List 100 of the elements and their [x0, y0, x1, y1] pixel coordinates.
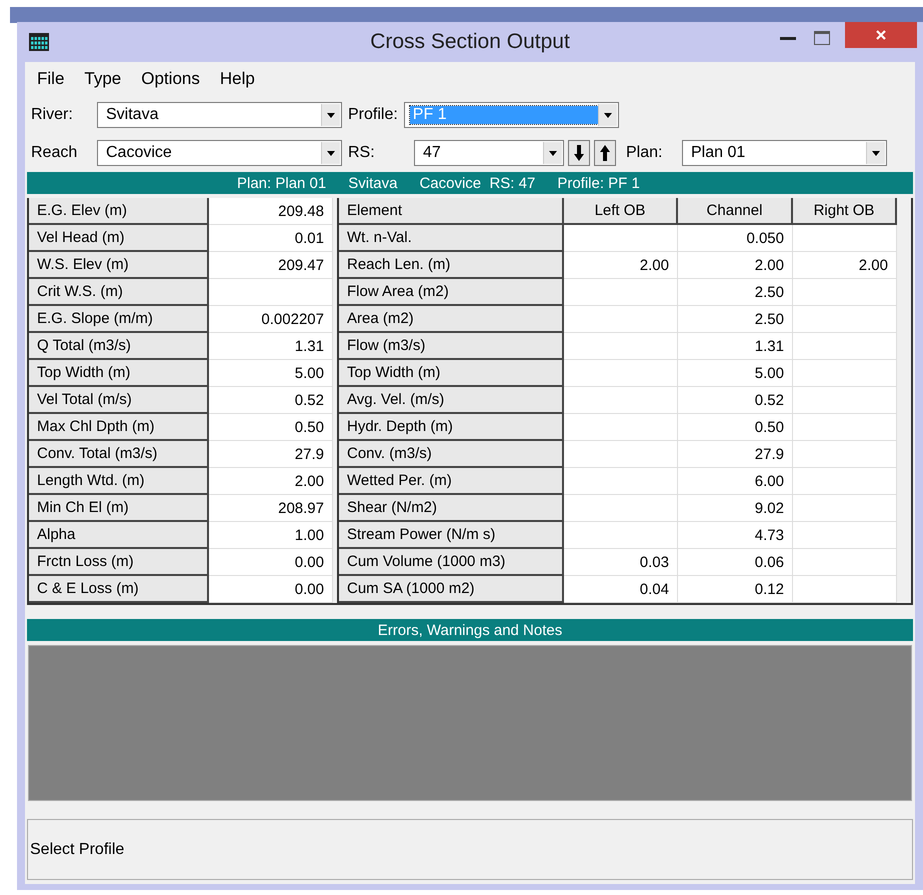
table-cell: 2.50 [678, 306, 793, 333]
table-cell: 9.02 [678, 495, 793, 522]
table-cell: 0.52 [209, 387, 333, 414]
profile-label: Profile: [348, 106, 398, 124]
up-arrow-icon [600, 145, 610, 161]
row-label: C & E Loss (m) [29, 576, 209, 603]
status-bar: Select Profile [27, 819, 913, 880]
row-label: Q Total (m3/s) [29, 333, 209, 360]
table-cell: 0.00 [209, 549, 333, 576]
rs-dropdown[interactable]: 47 [414, 140, 564, 166]
table-cell: 0.50 [678, 414, 793, 441]
table-cell: 0.06 [678, 549, 793, 576]
row-label: Crit W.S. (m) [29, 279, 209, 306]
caret-icon [549, 150, 557, 156]
row-label: Max Chl Dpth (m) [29, 414, 209, 441]
row-label: Vel Head (m) [29, 225, 209, 252]
plan-dropdown[interactable]: Plan 01 [682, 140, 887, 166]
header-text: Cacovice RS: 47 [419, 174, 536, 192]
row-label: Wt. n-Val. [339, 225, 564, 252]
caret-icon [327, 150, 335, 156]
caret-icon [872, 150, 880, 156]
row-label: E.G. Elev (m) [29, 198, 209, 225]
up-arrow-button[interactable] [594, 140, 616, 166]
row-label: Vel Total (m/s) [29, 387, 209, 414]
row-label: Alpha [29, 522, 209, 549]
table-cell: 2.00 [209, 468, 333, 495]
table-cell: 0.03 [564, 549, 678, 576]
row-label: Cum SA (1000 m2) [339, 576, 564, 603]
plan-label: Plan: [626, 144, 664, 162]
table-cell: 0.04 [564, 576, 678, 603]
dropdown-button[interactable] [598, 104, 617, 126]
row-label: Conv. Total (m3/s) [29, 441, 209, 468]
row-label: Length Wtd. (m) [29, 468, 209, 495]
table-cell: 6.00 [678, 468, 793, 495]
table-cell: 1.31 [209, 333, 333, 360]
dropdown-button[interactable] [321, 104, 340, 126]
table-cell: 0.002207 [209, 306, 333, 333]
menu-item[interactable]: Type [76, 69, 130, 89]
down-arrow-icon [574, 145, 584, 161]
table-cell: 2.50 [678, 279, 793, 306]
row-label: Hydr. Depth (m) [339, 414, 564, 441]
row-label: Area (m2) [339, 306, 564, 333]
dropdown-button[interactable] [543, 142, 562, 164]
table-cell: 5.00 [209, 360, 333, 387]
close-icon [876, 30, 886, 40]
table-cell: 0.50 [209, 414, 333, 441]
row-label: Stream Power (N/m s) [339, 522, 564, 549]
table-cell: 27.9 [209, 441, 333, 468]
table-cell: 2.00 [793, 252, 897, 279]
table-cell: 0.52 [678, 387, 793, 414]
row-label: Reach Len. (m) [339, 252, 564, 279]
caret-icon [604, 112, 612, 118]
row-label: Conv. (m3/s) [339, 441, 564, 468]
menu-item[interactable]: Help [212, 69, 263, 89]
rs-label: RS: [348, 144, 376, 162]
row-label: Cum Volume (1000 m3) [339, 549, 564, 576]
column-header: Left OB [564, 198, 678, 225]
window-title: Cross Section Output [369, 30, 571, 54]
row-label: Top Width (m) [339, 360, 564, 387]
dropdown-button[interactable] [321, 142, 340, 164]
caret-icon [327, 112, 335, 118]
table-cell: 0.050 [678, 225, 793, 252]
notes-header: Errors, Warnings and Notes [27, 619, 913, 641]
header-text: Svitava [348, 174, 398, 192]
row-label: W.S. Elev (m) [29, 252, 209, 279]
table-cell: 27.9 [678, 441, 793, 468]
row-label: Frctn Loss (m) [29, 549, 209, 576]
column-header: Right OB [793, 198, 897, 225]
table-cell: 0.12 [678, 576, 793, 603]
table-cell: 209.48 [209, 198, 333, 225]
row-label: Wetted Per. (m) [339, 468, 564, 495]
table-cell: 209.47 [209, 252, 333, 279]
header-text: Profile: PF 1 [557, 174, 640, 192]
row-label: Top Width (m) [29, 360, 209, 387]
header-text: Plan: Plan 01 [237, 174, 326, 192]
river-label: River: [31, 106, 74, 124]
grid-icon [29, 33, 49, 51]
reach-label: Reach [31, 144, 78, 162]
row-label: Flow Area (m2) [339, 279, 564, 306]
table-cell: 2.00 [564, 252, 678, 279]
table-cell: 1.31 [678, 333, 793, 360]
table-cell: 0.00 [209, 576, 333, 603]
menu-item[interactable]: File [29, 69, 72, 89]
reach-dropdown[interactable]: Cacovice [97, 140, 342, 166]
table-cell: 208.97 [209, 495, 333, 522]
row-label: Shear (N/m2) [339, 495, 564, 522]
maximize-icon [814, 31, 830, 45]
row-label: Min Ch El (m) [29, 495, 209, 522]
menu-item[interactable]: Options [133, 69, 208, 89]
close-button[interactable] [845, 22, 917, 48]
row-label: E.G. Slope (m/m) [29, 306, 209, 333]
table-cell: 4.73 [678, 522, 793, 549]
down-arrow-button[interactable] [568, 140, 590, 166]
table-cell: 0.01 [209, 225, 333, 252]
row-label: Avg. Vel. (m/s) [339, 387, 564, 414]
column-header: Element [339, 198, 564, 225]
dropdown-button[interactable] [866, 142, 885, 164]
column-header: Channel [678, 198, 793, 225]
table-cell: 2.00 [678, 252, 793, 279]
river-dropdown[interactable]: Svitava [97, 102, 342, 128]
